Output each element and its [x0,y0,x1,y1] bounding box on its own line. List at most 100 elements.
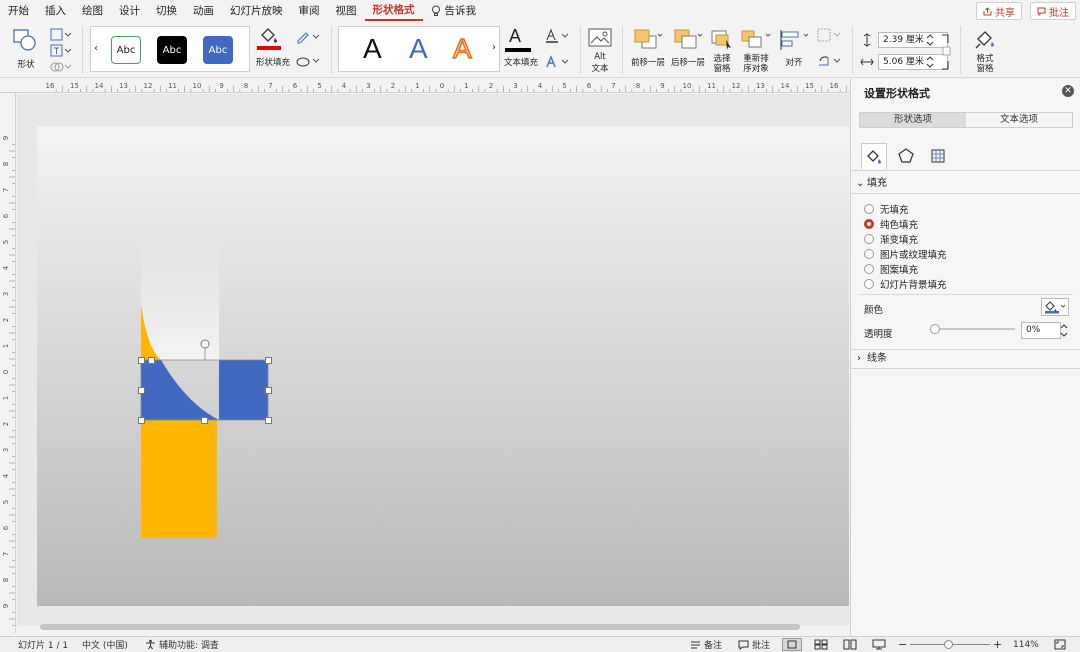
tab-shape-options[interactable]: 形状选项 [860,113,966,127]
rotation-handle[interactable] [200,339,210,349]
zoom-in-button[interactable]: + [993,638,1002,651]
tab-text-options[interactable]: 文本选项 [966,113,1072,127]
wordart-style-orange[interactable]: A [452,32,472,65]
fill-option-slide-background[interactable]: 幻灯片背景填充 [864,277,947,291]
radio-button[interactable] [864,204,874,214]
resize-handle-top-left-adjust[interactable] [148,357,155,364]
yellow-rectangle[interactable] [141,420,217,538]
fill-option-gradient[interactable]: 渐变填充 [864,232,918,246]
blue-rounded-rectangle[interactable] [219,360,268,420]
transparency-slider-track[interactable] [933,328,1015,330]
resize-handle-left[interactable] [138,387,145,394]
bring-forward-button[interactable]: 前移一层 [628,26,668,74]
fit-to-window-icon[interactable] [1054,639,1066,650]
rotate-button[interactable] [816,54,844,68]
share-button[interactable]: 共享 [976,2,1022,20]
selection-pane-button[interactable]: 选择 窗格 [708,26,736,74]
chevron-right-icon[interactable]: › [492,42,496,53]
text-effects-button[interactable] [545,54,571,70]
horizontal-scrollbar[interactable] [40,624,800,630]
insert-shape-button[interactable]: 形状 [8,26,44,74]
comments-button[interactable]: 批注 [1030,2,1076,20]
accessibility-checker[interactable]: 辅助功能: 调查 [145,638,219,651]
alt-text-button[interactable]: Alt 文本 [586,26,614,74]
resize-handle-bottom-left[interactable] [138,417,145,424]
height-stepper-icon[interactable] [926,33,934,47]
radio-button[interactable] [864,264,874,274]
slideshow-icon[interactable] [872,639,886,650]
shape-style-outline[interactable]: Abc [111,36,141,64]
transparency-input[interactable]: 0% [1021,322,1061,339]
shape-fill-button[interactable]: 形状填充 [255,26,291,74]
transparency-slider-thumb[interactable] [930,324,940,334]
status-comments-button[interactable]: 批注 [738,638,770,651]
fill-option-picture[interactable]: 图片或纹理填充 [864,247,947,261]
slide[interactable] [37,126,849,606]
menu-view[interactable]: 视图 [328,0,365,22]
ribbon-separator [82,26,83,74]
share-icon [983,6,992,15]
language-indicator[interactable]: 中文 (中国) [82,638,128,651]
align-button[interactable]: 对齐 [776,26,812,74]
text-box-button[interactable] [50,44,74,58]
shape-height-input[interactable]: 2.39 厘米 [878,32,948,48]
wordart-style-blue[interactable]: A [409,33,428,65]
resize-handle-top-right[interactable] [265,357,272,364]
menu-review[interactable]: 审阅 [291,0,328,22]
resize-handle-bottom-right[interactable] [265,417,272,424]
radio-button[interactable] [864,249,874,259]
notes-button[interactable]: 备注 [690,638,722,651]
fill-section-header[interactable]: ⌄ 填充 [851,175,1080,193]
size-properties-tab[interactable] [925,143,951,169]
tell-me[interactable]: 告诉我 [423,0,485,22]
lock-aspect-icon[interactable] [940,32,952,72]
radio-button[interactable] [864,279,874,289]
transparency-stepper-icon[interactable] [1060,322,1068,339]
slide-sorter-icon[interactable] [814,639,828,650]
wordart-style-black[interactable]: A [363,33,382,65]
blue-curved-shape[interactable] [141,360,219,420]
group-button[interactable] [816,28,844,42]
zoom-slider-thumb[interactable] [944,640,953,649]
menu-design[interactable]: 设计 [111,0,148,22]
fill-line-tab[interactable] [861,143,887,169]
radio-button-checked[interactable] [864,219,874,229]
menu-transitions[interactable]: 切换 [148,0,185,22]
format-pane-button[interactable]: 格式 窗格 [968,26,1002,74]
fill-option-pattern[interactable]: 图案填充 [864,262,918,276]
zoom-level[interactable]: 114% [1013,640,1039,650]
width-stepper-icon[interactable] [926,55,934,69]
shape-width-input[interactable]: 5.06 厘米 [878,54,948,70]
menu-slideshow[interactable]: 幻灯片放映 [222,0,291,22]
resize-handle-top-left[interactable] [138,357,145,364]
edit-shape-button[interactable] [50,28,74,42]
send-backward-button[interactable]: 后移一层 [668,26,708,74]
accessibility-label: 辅助功能: 调查 [159,641,219,651]
close-icon[interactable]: ✕ [1062,85,1074,97]
effects-tab[interactable] [893,143,919,169]
resize-handle-bottom[interactable] [201,417,208,424]
normal-view-icon[interactable] [782,638,802,651]
menu-draw[interactable]: 绘图 [74,0,111,22]
radio-button[interactable] [864,234,874,244]
shape-style-blue[interactable]: Abc [203,36,233,64]
reading-view-icon[interactable] [843,639,857,650]
text-outline-button[interactable] [545,28,571,44]
resize-handle-right[interactable] [265,387,272,394]
text-fill-button[interactable]: A 文本填充 [503,26,539,74]
fill-option-solid[interactable]: 纯色填充 [864,217,918,231]
menu-insert[interactable]: 插入 [37,0,74,22]
menu-home[interactable]: 开始 [0,0,37,22]
shape-style-black[interactable]: Abc [157,36,187,64]
fill-option-none[interactable]: 无填充 [864,202,909,216]
zoom-out-button[interactable]: − [898,638,907,651]
merge-shapes-button[interactable] [50,60,74,74]
chevron-left-icon[interactable]: ‹ [94,43,98,54]
color-picker-button[interactable] [1041,298,1069,316]
menu-animations[interactable]: 动画 [185,0,222,22]
menu-shape-format[interactable]: 形状格式 [364,1,423,21]
reorder-objects-button[interactable]: 重新排 序对象 [738,26,774,74]
line-section-header[interactable]: › 线条 [851,350,1080,368]
shape-outline-button[interactable] [296,30,322,44]
shape-effects-button[interactable] [296,54,322,68]
